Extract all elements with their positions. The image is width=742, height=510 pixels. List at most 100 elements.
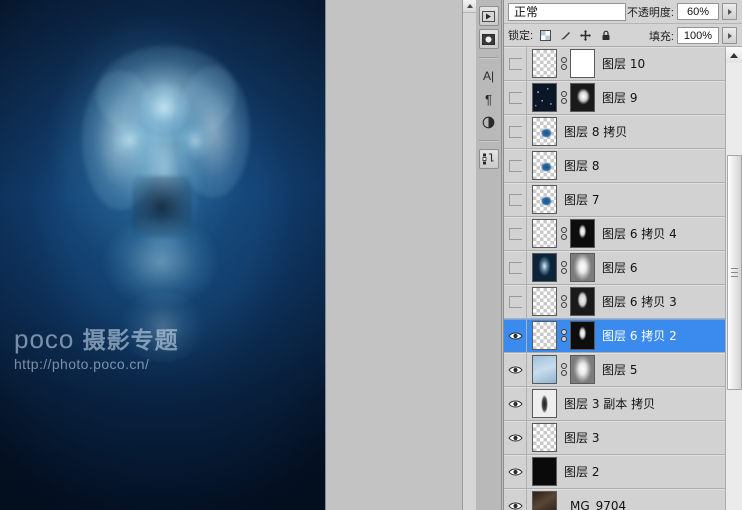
panel-icon-rail: A| ¶: [476, 0, 502, 510]
layer-visibility-toggle-on[interactable]: [504, 353, 527, 387]
lock-all-icon[interactable]: [599, 29, 612, 42]
layer-thumbnail[interactable]: [532, 287, 557, 316]
lock-position-icon[interactable]: [579, 29, 592, 42]
paragraph-panel-icon[interactable]: ¶: [479, 89, 499, 109]
eye-icon: [508, 499, 523, 510]
adjustments-panel-icon[interactable]: [479, 112, 499, 132]
layer-thumbnails: [532, 83, 595, 112]
layer-thumbnail[interactable]: [532, 321, 557, 350]
layer-row[interactable]: 图层 6 拷贝 3: [504, 285, 725, 319]
layer-thumbnail[interactable]: [532, 185, 557, 214]
blend-mode-select[interactable]: 正常: [508, 3, 626, 21]
fill-stepper-button[interactable]: [722, 27, 737, 44]
mask-link-icon[interactable]: [559, 329, 568, 342]
layer-visibility-toggle-on[interactable]: [504, 489, 527, 510]
canvas-vertical-scrollbar[interactable]: [462, 0, 476, 510]
layers-scroll-up-button[interactable]: [726, 47, 742, 63]
layer-mask-thumbnail[interactable]: [570, 219, 595, 248]
document-image[interactable]: poco 摄影专题 http://photo.poco.cn/: [0, 0, 326, 510]
layer-row[interactable]: 图层 5: [504, 353, 725, 387]
character-panel-icon[interactable]: A|: [479, 66, 499, 86]
layer-thumbnail[interactable]: [532, 151, 557, 180]
eye-icon-empty: [509, 58, 522, 70]
layer-thumbnail[interactable]: [532, 355, 557, 384]
layer-visibility-toggle-on[interactable]: [504, 319, 527, 353]
fill-input[interactable]: 100%: [677, 27, 719, 44]
poco-watermark-brand: poco 摄影专题: [14, 324, 214, 355]
layer-row[interactable]: _MG_9704: [504, 489, 725, 510]
layer-row[interactable]: 图层 3 副本 拷贝: [504, 387, 725, 421]
layer-mask-art: [571, 356, 594, 383]
layer-visibility-toggle-on[interactable]: [504, 455, 527, 489]
layer-row[interactable]: 图层 10: [504, 47, 725, 81]
layer-visibility-toggle-on[interactable]: [504, 387, 527, 421]
history-panel-icon[interactable]: [479, 6, 499, 26]
eye-icon-empty: [509, 262, 522, 274]
layers-scrollbar-thumb[interactable]: [727, 155, 742, 390]
layer-thumbnail[interactable]: [532, 117, 557, 146]
layer-row[interactable]: 图层 8: [504, 149, 725, 183]
layer-mask-thumbnail[interactable]: [570, 355, 595, 384]
opacity-stepper-button[interactable]: [722, 3, 737, 20]
layer-row[interactable]: 图层 6: [504, 251, 725, 285]
layer-name-label: 图层 3: [564, 429, 599, 446]
layer-visibility-toggle-off[interactable]: [504, 47, 527, 81]
layer-visibility-toggle-off[interactable]: [504, 149, 527, 183]
mask-link-icon[interactable]: [559, 91, 568, 104]
layer-thumbnail-art: [533, 152, 556, 179]
layer-visibility-toggle-off[interactable]: [504, 115, 527, 149]
layer-thumbnail[interactable]: [532, 457, 557, 486]
layer-thumbnail[interactable]: [532, 491, 557, 510]
layer-visibility-toggle-off[interactable]: [504, 183, 527, 217]
layer-thumbnail-art: [533, 390, 556, 417]
layer-row[interactable]: 图层 6 拷贝 2: [504, 319, 725, 353]
layer-row[interactable]: 图层 9: [504, 81, 725, 115]
layer-row[interactable]: 图层 3: [504, 421, 725, 455]
layer-list[interactable]: 图层 10图层 9图层 8 拷贝图层 8图层 7图层 6 拷贝 4图层 6图层 …: [504, 47, 725, 510]
layer-visibility-toggle-off[interactable]: [504, 217, 527, 251]
layer-name-label: 图层 8 拷贝: [564, 123, 627, 140]
lock-image-pixels-icon[interactable]: [559, 29, 572, 42]
layers-vertical-scrollbar[interactable]: [725, 47, 742, 510]
layer-mask-thumbnail[interactable]: [570, 321, 595, 350]
layer-mask-thumbnail[interactable]: [570, 287, 595, 316]
layer-visibility-toggle-off[interactable]: [504, 251, 527, 285]
layer-thumbnail-art: [533, 254, 556, 281]
layer-visibility-toggle-on[interactable]: [504, 421, 527, 455]
canvas-scroll-up-button[interactable]: [463, 0, 476, 13]
mask-link-icon[interactable]: [559, 363, 568, 376]
layer-mask-thumbnail[interactable]: [570, 49, 595, 78]
opacity-control: 不透明度: 60%: [627, 3, 737, 20]
lock-transparent-pixels-icon[interactable]: [539, 29, 552, 42]
layer-visibility-toggle-off[interactable]: [504, 81, 527, 115]
opacity-label: 不透明度:: [627, 4, 674, 20]
mask-link-icon[interactable]: [559, 261, 568, 274]
layer-row[interactable]: 图层 8 拷贝: [504, 115, 725, 149]
layer-thumbnail[interactable]: [532, 423, 557, 452]
fill-control: 填充: 100%: [649, 27, 737, 44]
layer-thumbnail[interactable]: [532, 49, 557, 78]
layer-mask-thumbnail[interactable]: [570, 83, 595, 112]
layer-thumbnail[interactable]: [532, 389, 557, 418]
layer-mask-art: [571, 322, 594, 349]
layer-name-label: 图层 5: [602, 361, 637, 378]
poco-watermark-url: http://photo.poco.cn/: [14, 356, 214, 372]
layer-comps-panel-icon[interactable]: [479, 149, 499, 169]
layer-thumbnail[interactable]: [532, 253, 557, 282]
layer-thumbnail-art: [533, 356, 556, 383]
mask-link-icon[interactable]: [559, 227, 568, 240]
layer-row[interactable]: 图层 6 拷贝 4: [504, 217, 725, 251]
actions-panel-icon[interactable]: [479, 29, 499, 49]
mask-link-icon[interactable]: [559, 57, 568, 70]
layer-mask-art: [571, 220, 594, 247]
mask-link-icon[interactable]: [559, 295, 568, 308]
layer-mask-thumbnail[interactable]: [570, 253, 595, 282]
brush-glyph: [560, 30, 572, 41]
layer-thumbnail[interactable]: [532, 83, 557, 112]
scrollbar-grip-icon: [731, 268, 738, 277]
opacity-input[interactable]: 60%: [677, 3, 719, 20]
layer-thumbnail[interactable]: [532, 219, 557, 248]
layer-visibility-toggle-off[interactable]: [504, 285, 527, 319]
layer-row[interactable]: 图层 2: [504, 455, 725, 489]
layer-row[interactable]: 图层 7: [504, 183, 725, 217]
